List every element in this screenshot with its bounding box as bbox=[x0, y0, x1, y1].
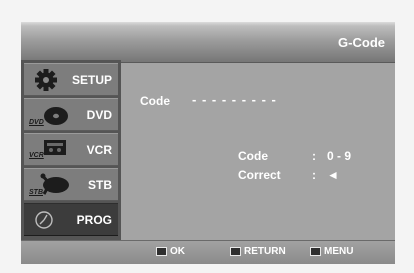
gear-icon bbox=[35, 69, 57, 91]
hint-separator: : bbox=[312, 149, 316, 163]
hint-key: Code bbox=[238, 149, 268, 163]
sidebar-item-dvd[interactable]: DVD DVD bbox=[24, 98, 118, 131]
code-input[interactable]: - - - - - - - - - bbox=[192, 92, 277, 107]
sidebar-item-prog[interactable]: PROG bbox=[24, 203, 118, 236]
return-button[interactable]: RETURN bbox=[230, 246, 286, 257]
footer-bar: OK RETURN MENU bbox=[21, 240, 395, 264]
sidebar-item-label: SETUP bbox=[71, 73, 112, 87]
dvd-icon-caption: DVD bbox=[29, 119, 44, 126]
sidebar-menu: SETUP DVD DVD VCR VCR STB STB PROG bbox=[21, 60, 121, 240]
sidebar-item-stb[interactable]: STB STB bbox=[24, 168, 118, 201]
clock-icon bbox=[35, 211, 53, 229]
sidebar-item-label: PROG bbox=[76, 213, 112, 227]
menu-key-icon bbox=[310, 247, 321, 256]
header-bar: G-Code bbox=[21, 22, 395, 63]
osd-screen: G-Code SETUP DVD DVD VCR VCR STB STB PRO… bbox=[21, 22, 395, 264]
ok-button-label: OK bbox=[170, 246, 185, 257]
code-label: Code bbox=[140, 94, 170, 108]
hint-separator: : bbox=[312, 168, 316, 182]
sidebar-item-label: DVD bbox=[86, 108, 112, 122]
menu-button-label: MENU bbox=[324, 246, 354, 257]
left-arrow-icon: ◄ bbox=[327, 168, 339, 182]
return-button-label: RETURN bbox=[244, 246, 286, 257]
page-title: G-Code bbox=[338, 35, 385, 50]
hint-value: 0 - 9 bbox=[327, 149, 352, 163]
vcr-icon-caption: VCR bbox=[29, 152, 44, 159]
sidebar-item-label: STB bbox=[88, 178, 112, 192]
hint-key: Correct bbox=[238, 168, 281, 182]
sidebar-item-setup[interactable]: SETUP bbox=[24, 63, 118, 96]
sidebar-item-label: VCR bbox=[86, 143, 112, 157]
menu-button[interactable]: MENU bbox=[310, 246, 353, 257]
g-code-panel: Code - - - - - - - - - Code : 0 - 9 Corr… bbox=[121, 62, 395, 240]
ok-key-icon bbox=[156, 247, 167, 256]
ok-button[interactable]: OK bbox=[156, 246, 185, 257]
sidebar-item-vcr[interactable]: VCR VCR bbox=[24, 133, 118, 166]
vcr-cassette-icon bbox=[44, 140, 66, 155]
return-key-icon bbox=[230, 247, 241, 256]
stb-icon-caption: STB bbox=[29, 189, 43, 196]
